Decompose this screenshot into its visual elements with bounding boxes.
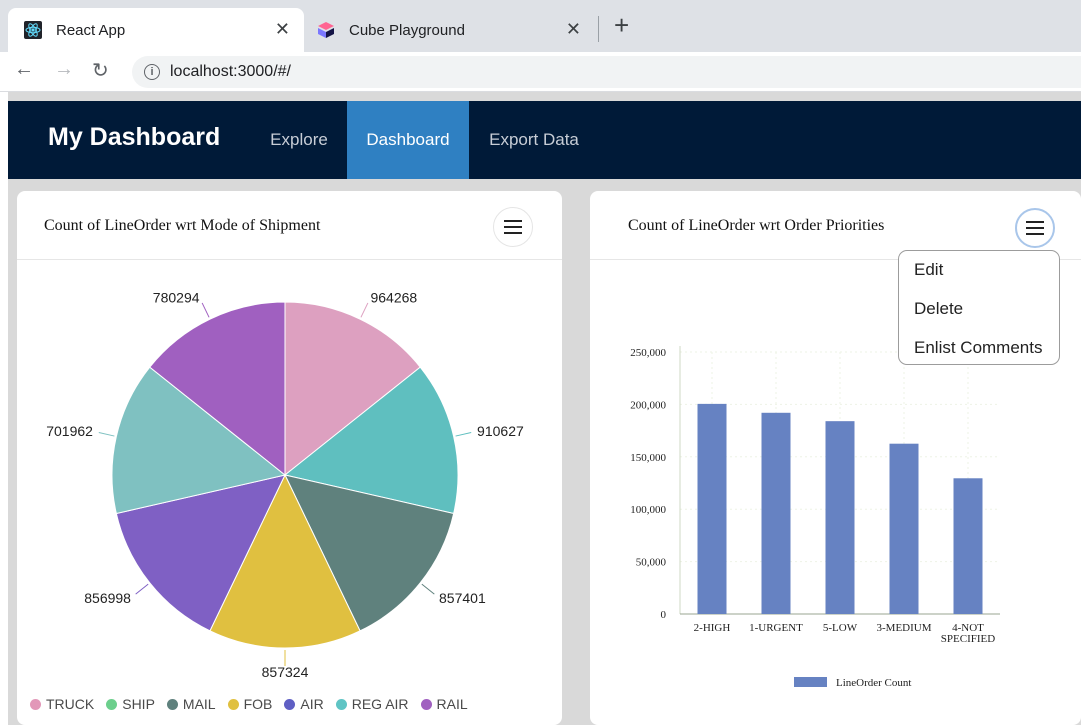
- legend-label: MAIL: [182, 696, 216, 712]
- browser-tab-cube-playground[interactable]: Cube Playground ✕: [305, 8, 595, 52]
- menu-icon: [1026, 221, 1044, 235]
- y-tick-label: 100,000: [630, 504, 666, 516]
- legend-item[interactable]: AIR: [284, 696, 324, 712]
- x-tick-label: SPECIFIED: [941, 633, 995, 645]
- close-tab-icon[interactable]: ✕: [566, 19, 581, 40]
- x-tick-label: 2-HIGH: [694, 622, 731, 634]
- legend-label: REG AIR: [351, 696, 409, 712]
- pie-value-label: 910627: [477, 423, 524, 439]
- pie-value-label: 857401: [439, 590, 486, 606]
- browser-tab-bar: React App ✕ Cube Playground ✕ +: [0, 0, 1081, 52]
- tab-separator: [598, 16, 599, 42]
- card-title: Count of LineOrder wrt Mode of Shipment: [44, 217, 321, 234]
- pie-value-label: 780294: [153, 290, 200, 306]
- app-brand[interactable]: My Dashboard: [48, 123, 220, 152]
- react-icon: [24, 21, 42, 39]
- nav-dashboard[interactable]: Dashboard: [347, 101, 469, 179]
- info-icon[interactable]: i: [144, 64, 160, 80]
- tab-title: Cube Playground: [349, 21, 465, 39]
- legend-item[interactable]: MAIL: [166, 696, 216, 712]
- y-tick-label: 150,000: [630, 452, 666, 464]
- y-tick-label: 200,000: [630, 399, 666, 411]
- legend-swatch: [420, 698, 432, 710]
- legend-item[interactable]: FOB: [227, 696, 273, 712]
- app-header: My Dashboard Explore Dashboard Export Da…: [8, 101, 1081, 179]
- forward-icon[interactable]: →: [54, 58, 74, 81]
- cube-icon: [317, 21, 335, 39]
- legend-label: SHIP: [122, 696, 155, 712]
- close-tab-icon[interactable]: ✕: [275, 19, 290, 40]
- legend-label: RAIL: [436, 696, 468, 712]
- card-title: Count of LineOrder wrt Order Priorities: [628, 217, 885, 234]
- new-tab-icon[interactable]: +: [614, 10, 629, 41]
- reload-icon[interactable]: ↻: [92, 58, 109, 83]
- y-tick-label: 250,000: [630, 347, 666, 359]
- legend-swatch: [30, 698, 41, 710]
- bar-1-urgent[interactable]: [761, 412, 791, 614]
- legend-swatch: [794, 677, 827, 687]
- nav-explore[interactable]: Explore: [258, 101, 340, 179]
- bar-3-medium[interactable]: [889, 443, 919, 614]
- x-tick-label: 1-URGENT: [749, 622, 803, 634]
- pie-label-line: [201, 302, 210, 318]
- pie-value-label: 856998: [84, 590, 131, 606]
- pie-label-line: [421, 583, 435, 595]
- browser-tab-react-app[interactable]: React App ✕: [8, 8, 304, 52]
- pie-label-line: [98, 432, 115, 437]
- browser-address-bar: ← → ↻ i localhost:3000/#/: [0, 52, 1081, 92]
- pie-legend: TRUCK SHIP MAIL FOB AIR REG AIR RAIL: [30, 696, 480, 712]
- legend-swatch: [166, 698, 178, 710]
- pie-label-line: [135, 583, 149, 595]
- nav-export-data[interactable]: Export Data: [476, 101, 592, 179]
- url-field[interactable]: i localhost:3000/#/: [132, 56, 1081, 88]
- legend-swatch: [284, 698, 296, 710]
- bar-5-low[interactable]: [825, 421, 855, 614]
- legend-item[interactable]: REG AIR: [335, 696, 409, 712]
- pie-label-line: [360, 302, 369, 318]
- menu-item-delete[interactable]: Delete: [914, 299, 963, 319]
- bar-2-high[interactable]: [697, 403, 727, 614]
- y-tick-label: 50,000: [636, 557, 667, 569]
- bar-4-not-specified[interactable]: [953, 478, 983, 614]
- legend-label: TRUCK: [46, 696, 95, 712]
- menu-icon: [504, 220, 522, 234]
- legend-swatch: [106, 698, 118, 710]
- legend-label: LineOrder Count: [836, 677, 911, 689]
- legend-swatch: [335, 698, 347, 710]
- pie-label-line: [455, 432, 472, 437]
- x-tick-label: 3-MEDIUM: [877, 622, 932, 634]
- pie-value-label: 964268: [370, 290, 417, 306]
- back-icon[interactable]: ←: [14, 58, 34, 81]
- card-menu-button[interactable]: [1015, 208, 1055, 248]
- pie-value-label: 701962: [46, 423, 93, 439]
- card-menu-button[interactable]: [493, 207, 533, 247]
- shipment-pie-chart: 964268 910627 857401 857324 856998 701962 7802…: [46, 290, 524, 680]
- legend-label: AIR: [300, 696, 324, 712]
- legend-item[interactable]: SHIP: [106, 696, 155, 712]
- menu-item-edit[interactable]: Edit: [914, 260, 943, 280]
- card-context-menu: Edit Delete Enlist Comments: [898, 250, 1060, 365]
- legend-label: FOB: [243, 696, 273, 712]
- legend-item[interactable]: RAIL: [420, 696, 468, 712]
- url-text: localhost:3000/#/: [170, 63, 291, 80]
- pie-value-label: 857324: [262, 664, 309, 680]
- y-tick-label: 0: [661, 609, 667, 621]
- x-tick-label: 5-LOW: [823, 622, 858, 634]
- legend-swatch: [227, 698, 239, 710]
- tab-title: React App: [56, 21, 126, 39]
- legend-item[interactable]: TRUCK: [30, 696, 94, 712]
- menu-item-enlist-comments[interactable]: Enlist Comments: [914, 338, 1042, 358]
